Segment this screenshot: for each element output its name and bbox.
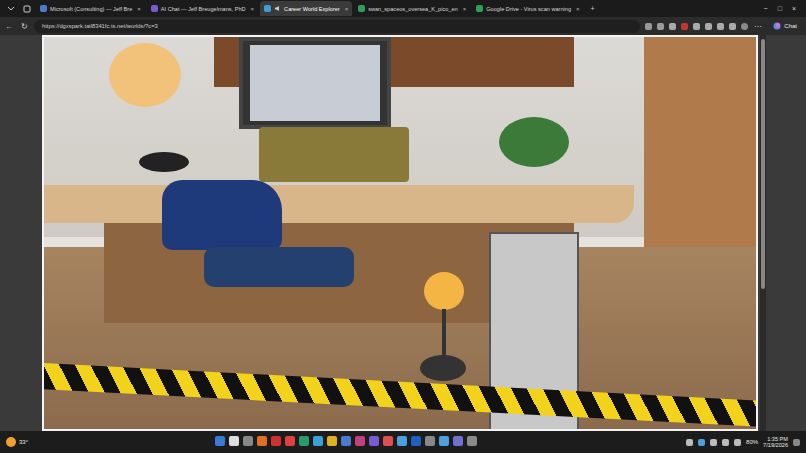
- app-icon[interactable]: [453, 436, 463, 446]
- extension-icon[interactable]: [717, 23, 724, 30]
- toolbar-icons: ⋯: [645, 22, 763, 31]
- tab-close-button[interactable]: ×: [463, 6, 467, 12]
- app-icon[interactable]: [215, 436, 225, 446]
- plant: [499, 117, 569, 167]
- tab-close-button[interactable]: ×: [137, 6, 141, 12]
- system-tray: 80% 1:35 PM7/19/2026: [686, 436, 800, 449]
- tab-title: Career World Explorer: [284, 6, 340, 12]
- close-button[interactable]: ×: [792, 5, 796, 12]
- temperature: 33°: [19, 439, 28, 445]
- battery-level: 80%: [746, 439, 758, 445]
- app-icon[interactable]: [243, 436, 253, 446]
- notification-icon[interactable]: [793, 439, 800, 446]
- scrollbar-thumb[interactable]: [761, 39, 765, 289]
- app-icon[interactable]: [439, 436, 449, 446]
- tab-close-button[interactable]: ×: [251, 6, 255, 12]
- browser-tab[interactable]: Google Drive - Virus scan warning ×: [472, 1, 583, 16]
- app-icon[interactable]: [257, 436, 267, 446]
- lamp-base-2: [420, 355, 466, 381]
- app-icon[interactable]: [411, 436, 421, 446]
- copilot-icon: [773, 22, 781, 31]
- app-icon[interactable]: [355, 436, 365, 446]
- time: 1:35 PM: [767, 436, 788, 442]
- chair-seat: [204, 247, 354, 287]
- tab-title: AI Chat — Jeff Breugelmans, PhD: [161, 6, 246, 12]
- app-icon[interactable]: [271, 436, 281, 446]
- tray-icon[interactable]: [686, 439, 693, 446]
- tab-close-button[interactable]: ×: [345, 6, 349, 12]
- app-icon[interactable]: [397, 436, 407, 446]
- chat-label: Chat: [784, 23, 797, 29]
- extension-icon[interactable]: [657, 23, 664, 30]
- tab-title: Google Drive - Virus scan warning: [486, 6, 571, 12]
- monitor-stand: [259, 127, 409, 182]
- pinned-apps: [215, 436, 477, 446]
- chair-back: [162, 180, 282, 250]
- workspaces-icon[interactable]: [20, 2, 34, 15]
- browser-tab[interactable]: swan_spaceos_oversea_K_pico_en ×: [354, 1, 470, 16]
- tab-title: swan_spaceos_oversea_K_pico_en: [368, 6, 458, 12]
- browser-window: Microsoft (Consulting) — Jeff Bre×AI Cha…: [0, 0, 806, 453]
- scrollbar[interactable]: [760, 35, 766, 431]
- lamp-ball-2: [424, 272, 464, 310]
- app-icon[interactable]: [341, 436, 351, 446]
- extension-icon[interactable]: [681, 23, 688, 30]
- app-icon[interactable]: [285, 436, 295, 446]
- sun-icon: [6, 437, 16, 447]
- tray-icon[interactable]: [710, 439, 717, 446]
- monitor-screen: [250, 45, 380, 121]
- app-icon[interactable]: [299, 436, 309, 446]
- browser-tab[interactable]: Career World Explorer ×: [260, 1, 352, 16]
- tab-title: Microsoft (Consulting) — Jeff Bre: [50, 6, 132, 12]
- app-icon[interactable]: [425, 436, 435, 446]
- app-icon[interactable]: [467, 436, 477, 446]
- site-icon: [358, 5, 365, 12]
- extension-icon[interactable]: [741, 23, 748, 30]
- browser-tab[interactable]: AI Chat — Jeff Breugelmans, PhD ×: [147, 1, 258, 16]
- app-icon[interactable]: [313, 436, 323, 446]
- url-text: https://dgxspark.tail8341fc.ts.net/world…: [42, 23, 158, 29]
- lamp-pole-2: [442, 309, 446, 359]
- back-button[interactable]: ←: [4, 22, 14, 31]
- app-icon[interactable]: [383, 436, 393, 446]
- window-controls: − □ ×: [764, 5, 802, 12]
- extension-icon[interactable]: [729, 23, 736, 30]
- date: 7/19/2026: [763, 442, 788, 448]
- minimize-button[interactable]: −: [764, 5, 768, 12]
- lamp-base-1: [139, 152, 189, 172]
- app-icon[interactable]: [229, 436, 239, 446]
- extension-icon[interactable]: [705, 23, 712, 30]
- extension-icon[interactable]: [693, 23, 700, 30]
- tab-strip: Microsoft (Consulting) — Jeff Bre×AI Cha…: [0, 0, 806, 17]
- tab-actions-icon[interactable]: [4, 2, 18, 15]
- site-icon: [476, 5, 483, 12]
- site-icon: [264, 5, 271, 12]
- toolbar: ← ↻ https://dgxspark.tail8341fc.ts.net/wor…: [0, 17, 806, 35]
- desk-top: [44, 185, 634, 223]
- reload-button[interactable]: ↻: [19, 22, 29, 31]
- app-icon[interactable]: [369, 436, 379, 446]
- 3d-scene-view[interactable]: [42, 35, 758, 431]
- new-tab-button[interactable]: +: [586, 2, 600, 15]
- page-content: [0, 35, 806, 431]
- extension-icon[interactable]: [645, 23, 652, 30]
- lamp-ball-1: [109, 43, 181, 107]
- tray-icon[interactable]: [734, 439, 741, 446]
- extension-icon[interactable]: [669, 23, 676, 30]
- tab-close-button[interactable]: ×: [576, 6, 580, 12]
- tray-icon[interactable]: [722, 439, 729, 446]
- right-room: [644, 37, 758, 267]
- speaker-icon: [274, 5, 281, 13]
- clock[interactable]: 1:35 PM7/19/2026: [763, 436, 788, 449]
- app-icon[interactable]: [327, 436, 337, 446]
- address-bar[interactable]: https://dgxspark.tail8341fc.ts.net/world…: [34, 20, 640, 33]
- maximize-button[interactable]: □: [778, 5, 782, 12]
- weather-widget[interactable]: 33°: [6, 437, 28, 447]
- chat-button[interactable]: Chat: [768, 21, 802, 32]
- site-icon: [151, 5, 158, 12]
- more-button[interactable]: ⋯: [753, 22, 763, 31]
- browser-tab[interactable]: Microsoft (Consulting) — Jeff Bre ×: [36, 1, 145, 16]
- tray-icon[interactable]: [698, 439, 705, 446]
- site-icon: [40, 5, 47, 12]
